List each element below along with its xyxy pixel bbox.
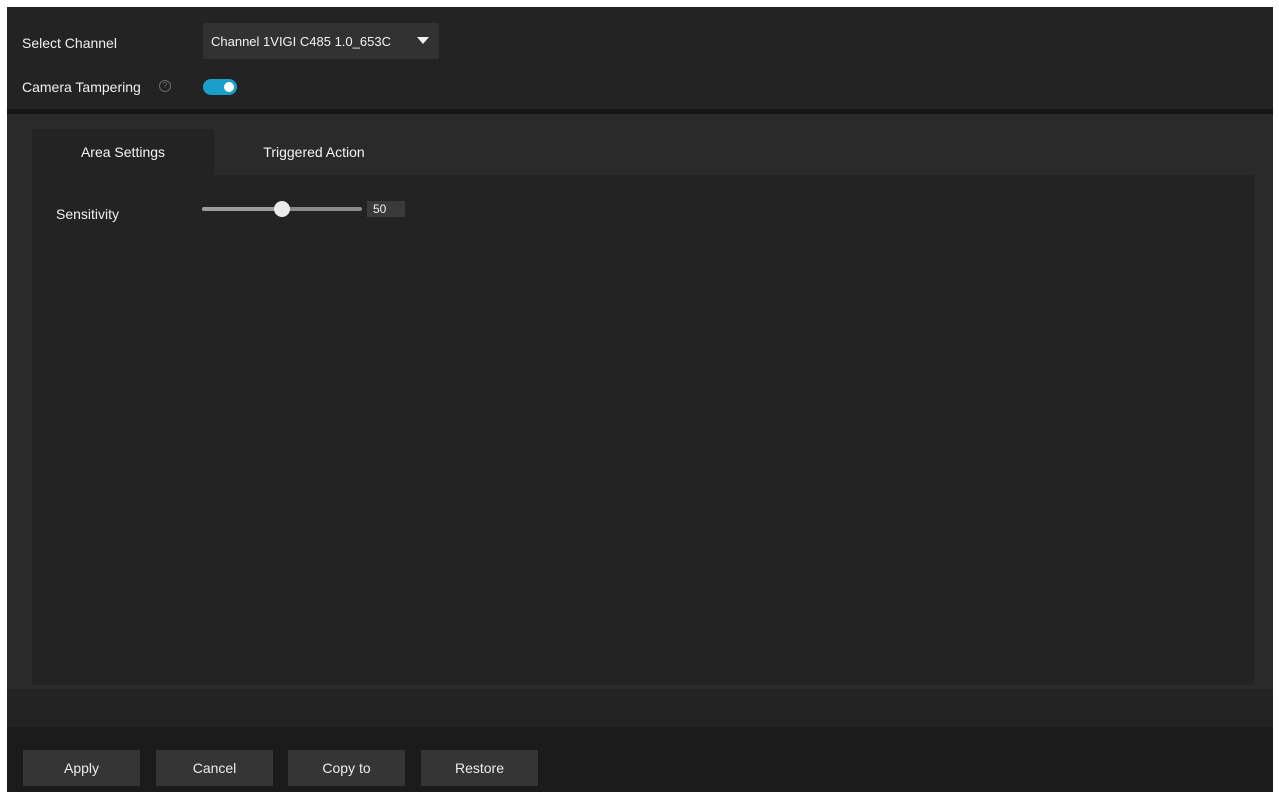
camera-tampering-toggle[interactable] <box>203 79 237 95</box>
copy-to-button[interactable]: Copy to <box>288 750 405 786</box>
apply-button[interactable]: Apply <box>23 750 140 786</box>
channel-select[interactable]: Channel 1VIGI C485 1.0_653C <box>203 23 439 59</box>
tab-area-settings[interactable]: Area Settings <box>32 129 214 175</box>
toggle-knob <box>224 82 234 92</box>
area-settings-content: Sensitivity <box>32 175 1254 685</box>
help-circle-icon[interactable]: ? <box>159 80 171 92</box>
camera-tampering-label: Camera Tampering <box>22 79 141 95</box>
caret-down-icon <box>417 37 429 44</box>
sensitivity-slider[interactable] <box>202 201 362 217</box>
sensitivity-value-input[interactable] <box>367 201 405 217</box>
sensitivity-slider-thumb[interactable] <box>274 201 290 217</box>
select-channel-label: Select Channel <box>22 35 117 51</box>
restore-button[interactable]: Restore <box>421 750 538 786</box>
channel-select-value: Channel 1VIGI C485 1.0_653C <box>211 33 391 49</box>
sensitivity-slider-fill <box>202 207 282 211</box>
action-button-bar: Apply Cancel Copy to Restore <box>7 727 1273 792</box>
tampering-settings-screen: Select Channel Channel 1VIGI C485 1.0_65… <box>7 7 1273 792</box>
sensitivity-label: Sensitivity <box>56 206 120 222</box>
tab-triggered-action[interactable]: Triggered Action <box>214 129 414 175</box>
settings-panel: Area Settings Triggered Action Sensitivi… <box>7 114 1273 689</box>
cancel-button[interactable]: Cancel <box>156 750 273 786</box>
panel-footer-gap <box>7 689 1273 727</box>
